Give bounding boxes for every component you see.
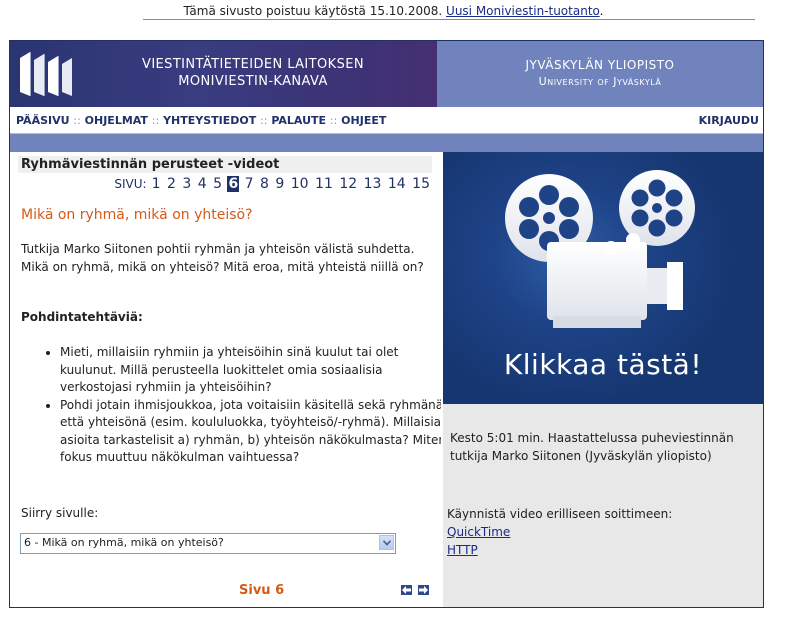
content-column: Ryhmäviestinnän perusteet -videot SIVU: 1… bbox=[10, 152, 446, 607]
task-item: Mieti, millaisiin ryhmiin ja yhteisöihin… bbox=[60, 344, 452, 397]
new-site-link[interactable]: Uusi Moniviestin-tuotanto bbox=[446, 4, 600, 18]
page-select-value: 6 - Mikä on ryhmä, mikä on yhteisö? bbox=[24, 536, 224, 549]
pager-label: SIVU: bbox=[114, 177, 147, 191]
goto-label: Siirry sivulle: bbox=[21, 506, 99, 520]
click-here-text: Klikkaa tästä! bbox=[503, 348, 703, 381]
pager-current-page[interactable]: 6 bbox=[227, 176, 240, 192]
nav-item-contact[interactable]: YHTEYSTIEDOT bbox=[163, 114, 256, 127]
video-duration-text: Kesto 5:01 min. Haastattelussa puheviest… bbox=[450, 431, 734, 463]
arrow-right-icon bbox=[419, 586, 428, 594]
pager-page-link[interactable]: 13 bbox=[363, 176, 383, 192]
pager-page-link[interactable]: 7 bbox=[244, 176, 255, 192]
banner-left: VIESTINTÄTIETEIDEN LAITOKSEN MONIVIESTIN… bbox=[10, 41, 437, 107]
page-heading: Mikä on ryhmä, mikä on yhteisö? bbox=[21, 207, 253, 223]
pager-page-link[interactable]: 9 bbox=[274, 176, 285, 192]
http-link[interactable]: HTTP bbox=[447, 543, 478, 557]
pager-page-link[interactable]: 14 bbox=[387, 176, 407, 192]
banner-title: VIESTINTÄTIETEIDEN LAITOKSEN MONIVIESTIN… bbox=[88, 56, 418, 90]
pager-page-link[interactable]: 10 bbox=[290, 176, 310, 192]
pager-page-link[interactable]: 4 bbox=[197, 176, 208, 192]
nav-separator: :: bbox=[260, 114, 268, 127]
tasks-title: Pohdintatehtäviä: bbox=[21, 310, 143, 324]
pager-page-link[interactable]: 2 bbox=[166, 176, 177, 192]
dropdown-arrow-icon[interactable] bbox=[379, 535, 394, 550]
pager-page-link[interactable]: 3 bbox=[181, 176, 192, 192]
pager-page-link[interactable]: 12 bbox=[338, 176, 358, 192]
pager-page-link[interactable]: 1 bbox=[151, 176, 162, 192]
projector-icon bbox=[505, 170, 695, 328]
pager-page-link[interactable]: 11 bbox=[314, 176, 334, 192]
video-column: Klikkaa tästä! Kesto 5:01 min. Haastatte… bbox=[443, 152, 763, 607]
pager-page-link[interactable]: 5 bbox=[212, 176, 223, 192]
page-select[interactable]: 6 - Mikä on ryhmä, mikä on yhteisö? bbox=[20, 533, 396, 554]
notice-suffix: . bbox=[599, 4, 604, 18]
nav-item-programs[interactable]: OHJELMAT bbox=[85, 114, 148, 127]
page-frame: VIESTINTÄTIETEIDEN LAITOKSEN MONIVIESTIN… bbox=[9, 40, 764, 608]
next-page-button[interactable] bbox=[418, 585, 429, 595]
series-title: Ryhmäviestinnän perusteet -videot bbox=[21, 157, 280, 172]
prev-page-button[interactable] bbox=[401, 585, 412, 595]
intro-text: Tutkija Marko Siitonen pohtii ryhmän ja … bbox=[21, 242, 424, 274]
university-banner: JYVÄSKYLÄN YLIOPISTO University of Jyväs… bbox=[437, 41, 763, 107]
nav-separator: :: bbox=[73, 114, 81, 127]
task-list: Mieti, millaisiin ryhmiin ja yhteisöihin… bbox=[40, 344, 452, 467]
university-name-fi: JYVÄSKYLÄN YLIOPISTO bbox=[525, 58, 675, 72]
pager-page-link[interactable]: 8 bbox=[259, 176, 270, 192]
nav-links: PÄÄSIVU :: OHJELMAT :: YHTEYSTIEDOT :: P… bbox=[16, 114, 386, 127]
quicktime-link[interactable]: QuickTime bbox=[447, 525, 510, 539]
logo-icon bbox=[20, 52, 72, 96]
site-notice: Tämä sivusto poistuu käytöstä 15.10.2008… bbox=[0, 4, 787, 18]
university-name-en: University of Jyväskylä bbox=[538, 75, 662, 88]
launch-label: Käynnistä video erilliseen soittimeen: bbox=[447, 507, 673, 521]
nav-separator: :: bbox=[151, 114, 160, 127]
pager-page-link[interactable]: 15 bbox=[411, 176, 431, 192]
arrow-left-icon bbox=[402, 586, 411, 594]
notice-divider bbox=[143, 19, 755, 20]
page-indicator: Sivu 6 bbox=[239, 583, 285, 598]
nav-item-home[interactable]: PÄÄSIVU bbox=[16, 114, 70, 127]
color-bar bbox=[10, 134, 763, 152]
task-item: Pohdi jotain ihmisjoukkoa, jota voitaisi… bbox=[60, 397, 452, 467]
header-banner: VIESTINTÄTIETEIDEN LAITOKSEN MONIVIESTIN… bbox=[10, 41, 763, 107]
nav-item-help[interactable]: OHJEET bbox=[341, 114, 386, 127]
series-title-bar: Ryhmäviestinnän perusteet -videot bbox=[18, 156, 432, 173]
main-nav: PÄÄSIVU :: OHJELMAT :: YHTEYSTIEDOT :: P… bbox=[10, 107, 763, 134]
video-play-panel[interactable]: Klikkaa tästä! bbox=[443, 152, 763, 404]
login-link[interactable]: KIRJAUDU bbox=[699, 114, 759, 127]
nav-item-feedback[interactable]: PALAUTE bbox=[271, 114, 326, 127]
pager: SIVU: 1 2 3 4 5 6 7 8 9 10 11 12 13 14 15 bbox=[114, 176, 431, 192]
nav-separator: :: bbox=[329, 114, 338, 127]
banner-title-line2: MONIVIESTIN-KANAVA bbox=[178, 74, 328, 89]
notice-text: Tämä sivusto poistuu käytöstä 15.10.2008… bbox=[183, 4, 447, 18]
banner-title-line1: VIESTINTÄTIETEIDEN LAITOKSEN bbox=[142, 57, 364, 72]
